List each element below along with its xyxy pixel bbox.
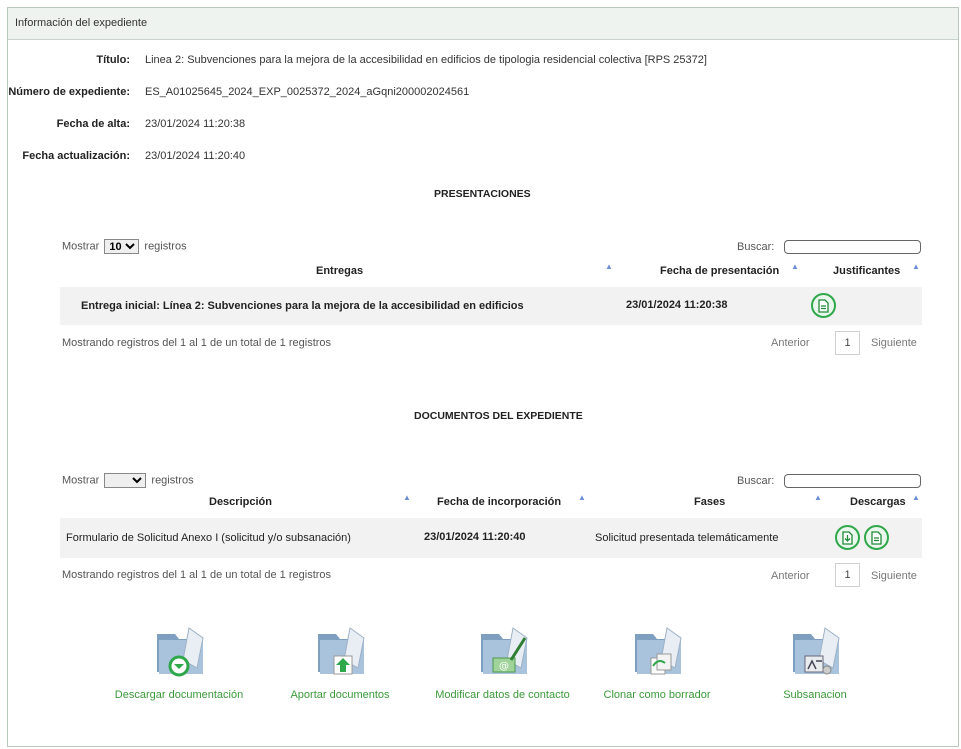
folder-clone-icon [635,627,682,675]
registros-label: registros [144,240,187,253]
titulo-value: Linea 2: Subvenciones para la mejora de … [145,54,707,66]
folder-settings-icon [793,627,840,675]
clonar-como-borrador-label: Clonar como borrador [603,689,711,701]
fecha-alta-label: Fecha de alta: [56,118,130,130]
documentos-length-control: Mostrar registros [62,473,194,488]
documentos-summary: Mostrando registros del 1 al 1 de un tot… [62,569,332,581]
titulo-label: Título: [96,54,130,66]
entrega-text: Entrega inicial: Línea 2: Subvenciones p… [81,300,524,312]
sort-asc-icon[interactable]: ▲ [791,262,799,271]
clonar-como-borrador-button[interactable]: Clonar como borrador [582,620,732,701]
fecha-incorporacion-cell: 23/01/2024 11:20:40 [424,531,526,543]
fecha-presentacion-cell: 23/01/2024 11:20:38 [626,299,728,311]
descargar-documentacion-button[interactable]: Descargar documentación [104,620,254,701]
modificar-datos-contacto-label: Modificar datos de contacto [435,689,570,701]
sort-asc-icon[interactable]: ▲ [403,493,411,502]
presentaciones-search-label: Buscar: [737,241,775,253]
col-entregas[interactable]: Entregas [316,265,363,277]
document-icon[interactable] [864,525,889,550]
col-descripcion[interactable]: Descripción [209,496,272,508]
folder-email-icon: @ [480,627,528,674]
presentaciones-summary: Mostrando registros del 1 al 1 de un tot… [62,337,332,349]
document-icon[interactable] [811,293,836,318]
fase-cell: Solicitud presentada telemáticamente [595,532,779,544]
sort-asc-icon[interactable]: ▲ [605,262,613,271]
presentaciones-length-select[interactable]: 10 [104,239,140,254]
descripcion-cell: Formulario de Solicitud Anexo I (solicit… [66,532,351,544]
pager-anterior[interactable]: Anterior [771,337,810,349]
presentaciones-search-input[interactable] [784,240,921,254]
pager-siguiente[interactable]: Siguiente [871,337,917,349]
panel-title: Información del expediente [8,8,958,40]
col-descargas[interactable]: Descargas [850,496,906,508]
pager-anterior[interactable]: Anterior [771,570,810,582]
sort-asc-icon[interactable]: ▲ [912,262,920,271]
folder-download-icon [157,627,204,677]
sort-asc-icon[interactable]: ▲ [814,493,822,502]
col-fecha-presentacion[interactable]: Fecha de presentación [660,265,779,277]
fecha-alta-value: 23/01/2024 11:20:38 [145,118,246,130]
registros-label: registros [151,474,194,487]
numero-expediente-value: ES_A01025645_2024_EXP_0025372_2024_aGqni… [145,86,470,98]
col-fases[interactable]: Fases [694,496,725,508]
pager-page[interactable]: 1 [835,331,860,355]
documentos-length-select[interactable] [104,473,147,488]
col-fecha-incorporacion[interactable]: Fecha de incorporación [437,496,561,508]
sort-asc-icon[interactable]: ▲ [912,493,920,502]
fecha-actualizacion-value: 23/01/2024 11:20:40 [145,150,246,162]
documentos-search-input[interactable] [784,474,921,488]
sort-asc-icon[interactable]: ▲ [578,493,586,502]
folder-upload-icon [318,627,365,675]
numero-expediente-label: Número de expediente: [8,86,130,98]
pager-page[interactable]: 1 [835,563,860,587]
mostrar-label: Mostrar [62,474,100,487]
aportar-documentos-label: Aportar documentos [290,689,390,701]
subsanacion-label: Subsanacion [783,689,847,701]
col-justificantes[interactable]: Justificantes [833,265,900,277]
fecha-actualizacion-label: Fecha actualización: [22,150,130,162]
mostrar-label: Mostrar [62,240,100,253]
presentaciones-title: PRESENTACIONES [434,188,531,200]
entrega-cell: Entrega inicial: Línea 2: Subvenciones p… [81,300,524,312]
subsanacion-button[interactable]: Subsanacion [755,620,875,701]
modificar-datos-contacto-button[interactable]: @ Modificar datos de contacto [420,620,585,701]
aportar-documentos-button[interactable]: Aportar documentos [265,620,415,701]
documentos-search-label: Buscar: [737,475,775,487]
presentaciones-length-control: Mostrar 10 registros [62,239,187,254]
svg-text:@: @ [499,661,509,672]
pager-siguiente[interactable]: Siguiente [871,570,917,582]
descargar-documentacion-label: Descargar documentación [114,689,244,701]
documentos-title: DOCUMENTOS DEL EXPEDIENTE [414,410,583,422]
download-icon[interactable] [835,525,860,550]
